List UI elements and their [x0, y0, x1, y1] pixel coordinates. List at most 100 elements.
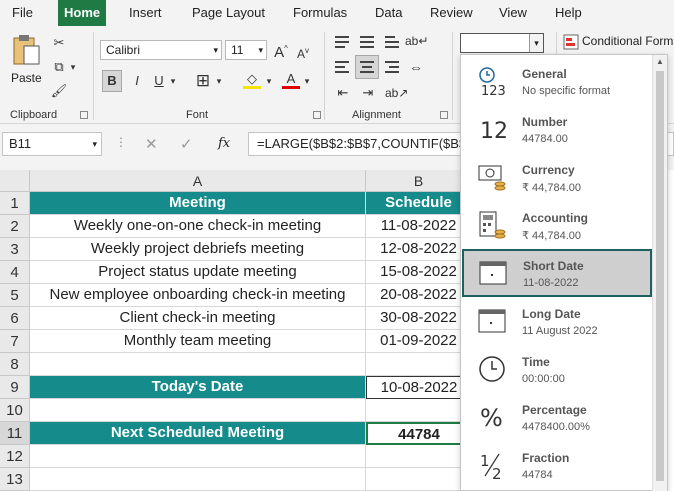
name-box[interactable]: B11 ▾: [2, 132, 102, 156]
scroll-up-icon[interactable]: ▲: [656, 57, 664, 66]
meeting-cell[interactable]: Project status update meeting: [30, 261, 366, 284]
decrease-indent-icon[interactable]: ⇤: [333, 82, 353, 104]
schedule-cell[interactable]: 20-08-2022: [366, 284, 472, 307]
meeting-cell[interactable]: Client check-in meeting: [30, 307, 366, 330]
meeting-cell[interactable]: New employee onboarding check-in meeting: [30, 284, 366, 307]
column-header-a[interactable]: A: [30, 170, 366, 192]
tab-home[interactable]: Home: [58, 0, 107, 26]
alignment-launcher-icon[interactable]: [440, 111, 448, 119]
cancel-icon[interactable]: ✕: [145, 135, 158, 153]
tab-file[interactable]: File: [12, 0, 33, 26]
borders-dropdown-icon[interactable]: ▾: [214, 70, 224, 92]
decrease-font-icon[interactable]: Av: [294, 40, 312, 65]
empty-cell[interactable]: [30, 353, 366, 376]
meeting-cell[interactable]: Weekly project debriefs meeting: [30, 238, 366, 261]
empty-cell[interactable]: [366, 468, 472, 491]
tab-help[interactable]: Help: [555, 0, 582, 26]
schedule-cell[interactable]: 15-08-2022: [366, 261, 472, 284]
wrap-text-icon[interactable]: ab↵: [405, 30, 428, 52]
format-option-currency[interactable]: Currency ₹ 44,784.00: [461, 153, 653, 201]
tab-formulas[interactable]: Formulas: [293, 0, 347, 26]
row-header[interactable]: 6: [0, 307, 30, 330]
clipboard-launcher-icon[interactable]: [80, 111, 88, 119]
number-format-dropdown-icon[interactable]: ▾: [529, 34, 543, 52]
header-cell-meeting[interactable]: Meeting: [30, 192, 366, 215]
align-center-button[interactable]: [355, 55, 379, 79]
cut-icon[interactable]: ✂: [50, 32, 68, 54]
increase-font-icon[interactable]: A^: [272, 38, 290, 64]
copy-icon[interactable]: ⧉: [50, 56, 68, 78]
row-header[interactable]: 2: [0, 215, 30, 238]
row-header[interactable]: 7: [0, 330, 30, 353]
align-middle-icon[interactable]: [358, 34, 376, 50]
font-size-dropdown-icon[interactable]: ▾: [258, 41, 263, 59]
font-name-dropdown-icon[interactable]: ▾: [213, 41, 218, 59]
row-header-selected[interactable]: 11: [0, 422, 30, 445]
fill-dropdown-icon[interactable]: ▾: [264, 70, 274, 92]
fill-color-icon[interactable]: ◇: [243, 68, 261, 89]
conditional-formatting-button[interactable]: Conditional Form: [562, 32, 674, 52]
schedule-cell[interactable]: 12-08-2022: [366, 238, 472, 261]
number-format-box[interactable]: ▾: [460, 33, 544, 53]
font-color-dropdown-icon[interactable]: ▾: [302, 70, 312, 92]
row-header[interactable]: 13: [0, 468, 30, 491]
name-box-dropdown-icon[interactable]: ▾: [92, 133, 97, 155]
tab-review[interactable]: Review: [430, 0, 473, 26]
select-all-corner[interactable]: [0, 170, 30, 192]
enter-icon[interactable]: ✓: [180, 135, 193, 153]
insert-function-icon[interactable]: fx: [218, 136, 230, 151]
align-top-icon[interactable]: [333, 34, 351, 50]
next-meeting-value-cell[interactable]: 44784: [366, 422, 472, 445]
merge-center-icon[interactable]: ⇔: [405, 56, 427, 78]
format-option-fraction[interactable]: 12 Fraction 44784: [461, 441, 653, 489]
copy-dropdown-icon[interactable]: ▾: [68, 56, 78, 78]
font-size-box[interactable]: 11 ▾: [225, 40, 267, 60]
bold-button[interactable]: B: [102, 70, 122, 92]
tab-view[interactable]: View: [499, 0, 527, 26]
underline-button[interactable]: U: [150, 70, 168, 92]
scrollbar-thumb[interactable]: [656, 71, 664, 481]
column-header-b[interactable]: B: [366, 170, 472, 192]
empty-cell[interactable]: [30, 468, 366, 491]
format-option-accounting[interactable]: Accounting ₹ 44,784.00: [461, 201, 653, 249]
tab-page-layout[interactable]: Page Layout: [192, 0, 265, 26]
increase-indent-icon[interactable]: ⇥: [358, 82, 378, 104]
empty-cell[interactable]: [366, 399, 472, 422]
row-header[interactable]: 10: [0, 399, 30, 422]
header-cell-schedule[interactable]: Schedule: [366, 192, 472, 215]
row-header[interactable]: 5: [0, 284, 30, 307]
row-header[interactable]: 3: [0, 238, 30, 261]
empty-cell[interactable]: [30, 399, 366, 422]
meeting-cell[interactable]: Monthly team meeting: [30, 330, 366, 353]
underline-dropdown-icon[interactable]: ▾: [168, 70, 178, 92]
orientation-icon[interactable]: ab↗: [385, 82, 408, 104]
align-right-icon[interactable]: [383, 59, 401, 75]
schedule-cell[interactable]: 01-09-2022: [366, 330, 472, 353]
tab-insert[interactable]: Insert: [129, 0, 162, 26]
schedule-cell[interactable]: 11-08-2022: [366, 215, 472, 238]
row-header[interactable]: 12: [0, 445, 30, 468]
align-left-icon[interactable]: [333, 59, 351, 75]
format-option-general[interactable]: 123 General No specific format: [461, 57, 653, 105]
todays-date-value-cell[interactable]: 10-08-2022: [366, 376, 472, 399]
format-option-long-date[interactable]: Long Date 11 August 2022: [461, 297, 653, 345]
font-name-box[interactable]: Calibri ▾: [100, 40, 222, 60]
tab-data[interactable]: Data: [375, 0, 402, 26]
format-option-short-date[interactable]: Short Date 11-08-2022: [462, 249, 652, 297]
font-launcher-icon[interactable]: [313, 111, 321, 119]
todays-date-label-cell[interactable]: Today's Date: [30, 376, 366, 399]
empty-cell[interactable]: [366, 353, 472, 376]
paste-button[interactable]: Paste: [8, 34, 44, 90]
meeting-cell[interactable]: Weekly one-on-one check-in meeting: [30, 215, 366, 238]
align-bottom-icon[interactable]: [383, 34, 401, 50]
empty-cell[interactable]: [366, 445, 472, 468]
row-header[interactable]: 1: [0, 192, 30, 215]
empty-cell[interactable]: [30, 445, 366, 468]
row-header[interactable]: 8: [0, 353, 30, 376]
italic-button[interactable]: I: [128, 70, 146, 92]
schedule-cell[interactable]: 30-08-2022: [366, 307, 472, 330]
next-meeting-label-cell[interactable]: Next Scheduled Meeting: [30, 422, 366, 445]
format-painter-icon[interactable]: 🖌: [50, 80, 68, 102]
format-option-time[interactable]: Time 00:00:00: [461, 345, 653, 393]
dropdown-scrollbar[interactable]: ▲: [652, 55, 667, 491]
